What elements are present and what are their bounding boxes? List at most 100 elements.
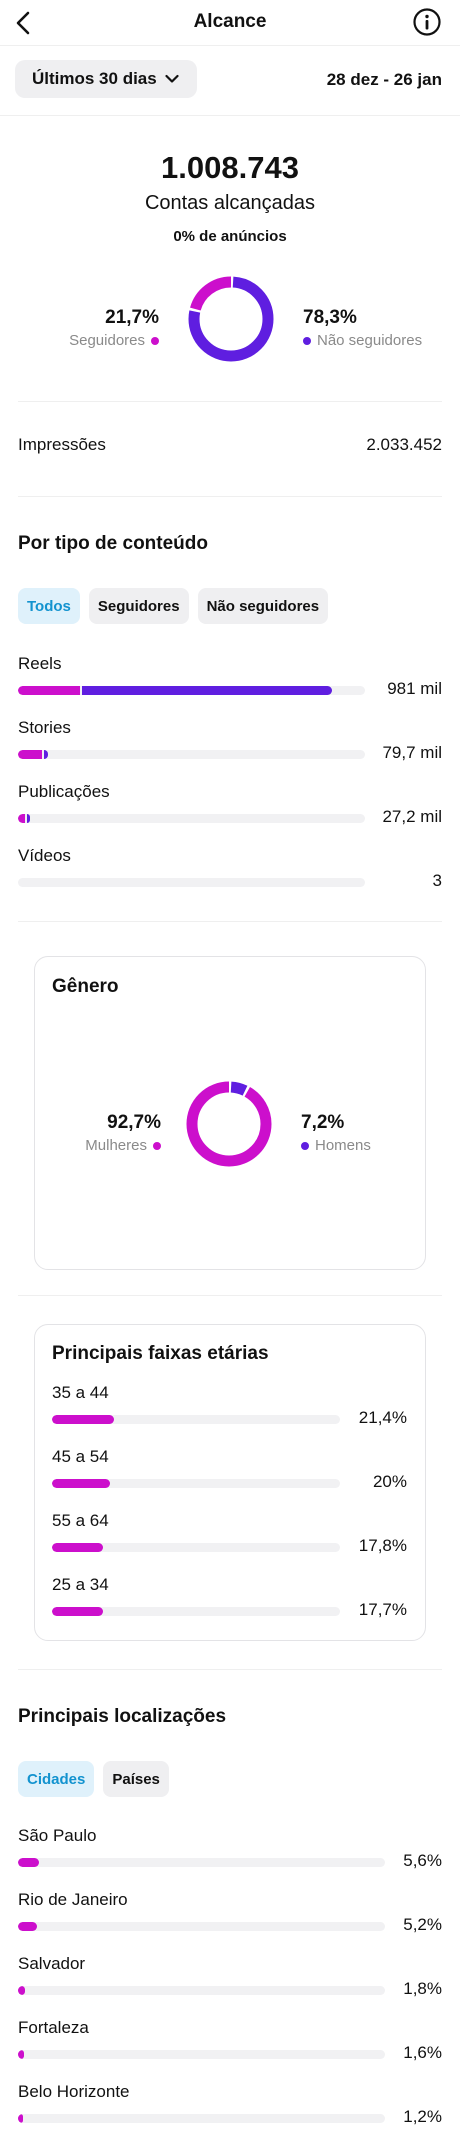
bar-track [52,1543,340,1552]
bar-track [52,1607,340,1616]
content-type-row[interactable]: Stories 79,7 mil [18,716,442,780]
location-value: 1,8% [403,1979,442,1998]
content-type-value: 981 mil [387,679,442,698]
content-type-row[interactable]: Publicações 27,2 mil [18,780,442,844]
bar-track [52,1415,340,1424]
impressions-row: Impressões 2.033.452 [0,402,460,496]
content-type-row[interactable]: Reels 981 mil [18,652,442,716]
men-legend-dot [301,1141,309,1150]
age-range-value: 17,7% [358,1600,407,1619]
age-range-value: 20% [372,1472,407,1491]
location-name: Fortaleza [18,2018,89,2037]
followers-legend-dot [151,336,159,345]
date-range: 28 dez - 26 jan [326,70,442,89]
location-row: São Paulo 5,6% [18,1824,442,1888]
followers-stat: 21,7% Seguidores [69,307,159,349]
locations-section: Principais localizações Cidades Países S… [0,1670,460,2126]
gender-card: Gênero 92,7% Mulheres 7,2% Homens [34,956,426,1270]
location-bar [18,2050,24,2059]
women-pct: 92,7% [107,1112,161,1133]
content-type-list: Reels 981 mil Stories 79,7 mil Publicaçõ… [18,652,442,908]
location-name: São Paulo [18,1826,97,1845]
bar-track [18,1858,385,1867]
bar-track [18,1922,385,1931]
locations-list: São Paulo 5,6% Rio de Janeiro 5,2% Salva… [18,1824,442,2144]
location-value: 1,2% [403,2107,442,2126]
content-type-row[interactable]: Vídeos 3 [18,844,442,908]
chevron-down-icon [165,74,179,83]
content-type-filters: Todos Seguidores Não seguidores [18,588,329,624]
ads-share: 0% de anúncios [173,228,287,245]
age-title: Principais faixas etárias [52,1343,269,1364]
impressions-value: 2.033.452 [366,435,442,454]
age-card: Principais faixas etárias 35 a 44 21,4% … [34,1324,426,1641]
non-followers-label: Não seguidores [317,332,423,349]
women-stat: 92,7% Mulheres [85,1112,161,1154]
age-row: 55 a 64 17,8% [52,1509,407,1573]
age-bar [52,1543,104,1552]
women-label: Mulheres [85,1137,147,1154]
location-row: Salvador 1,8% [18,1952,442,2016]
women-arc [186,1081,272,1167]
bar-track [18,2114,385,2123]
age-section: Principais faixas etárias 35 a 44 21,4% … [0,1296,460,1669]
followers-pct: 21,7% [105,307,159,328]
age-range-name: 25 a 34 [52,1575,109,1594]
non-followers-legend-dot [303,336,311,345]
age-bar [52,1415,114,1424]
non-followers-bar [26,814,31,823]
accounts-reached-value: 1.008.743 [161,150,299,185]
age-row: 45 a 54 20% [52,1445,407,1509]
content-type-name: Vídeos [18,846,71,865]
filter-chip-seguidores[interactable]: Seguidores [88,588,189,624]
non-followers-stat: 78,3% Não seguidores [303,307,422,349]
content-type-name: Stories [18,718,71,737]
reach-donut-chart [188,276,274,362]
content-type-title: Por tipo de conteúdo [18,533,208,554]
location-name: Salvador [18,1954,86,1973]
content-type-value: 79,7 mil [382,743,442,762]
period-row: Últimos 30 dias 28 dez - 26 jan [0,46,460,116]
followers-bar [18,814,25,823]
location-row: Belo Horizonte 1,2% [18,2080,442,2144]
bar-track [18,814,365,823]
filter-chip-paises[interactable]: Países [103,1761,169,1797]
filter-chip-nao-seguidores[interactable]: Não seguidores [197,588,329,624]
age-range-name: 55 a 64 [52,1511,109,1530]
gender-title: Gênero [52,976,119,997]
reach-summary: 1.008.743 Contas alcançadas 0% de anúnci… [0,116,460,401]
age-bar [52,1607,103,1616]
non-followers-bar [44,750,48,759]
bar-track [52,1479,340,1488]
followers-bar [18,750,43,759]
age-row: 35 a 44 21,4% [52,1381,407,1445]
location-bar [18,1922,38,1931]
location-value: 5,6% [403,1851,442,1870]
location-bar [18,1986,25,1995]
bar-track [18,686,365,695]
filter-chip-todos[interactable]: Todos [18,588,80,624]
age-range-value: 21,4% [358,1408,407,1427]
bar-track [18,878,365,887]
page-title: Alcance [193,11,267,32]
period-selector-button[interactable]: Últimos 30 dias [15,60,197,98]
bar-track [18,2050,385,2059]
location-value: 1,6% [403,2043,442,2062]
content-type-value: 3 [432,871,442,890]
info-icon[interactable] [412,7,442,37]
content-type-name: Reels [18,654,62,673]
age-row: 25 a 34 17,7% [52,1573,407,1637]
bar-track [18,750,365,759]
locations-title: Principais localizações [18,1706,227,1727]
location-bar [18,1858,39,1867]
bar-track [18,1986,385,1995]
location-value: 5,2% [403,1915,442,1934]
content-type-value: 27,2 mil [382,807,442,826]
impressions-label: Impressões [18,435,106,454]
men-pct: 7,2% [301,1112,345,1133]
non-followers-bar [82,686,333,695]
location-row: Rio de Janeiro 5,2% [18,1888,442,1952]
filter-chip-cidades[interactable]: Cidades [18,1761,95,1797]
gender-donut-chart [186,1081,272,1167]
location-row: Fortaleza 1,6% [18,2016,442,2080]
